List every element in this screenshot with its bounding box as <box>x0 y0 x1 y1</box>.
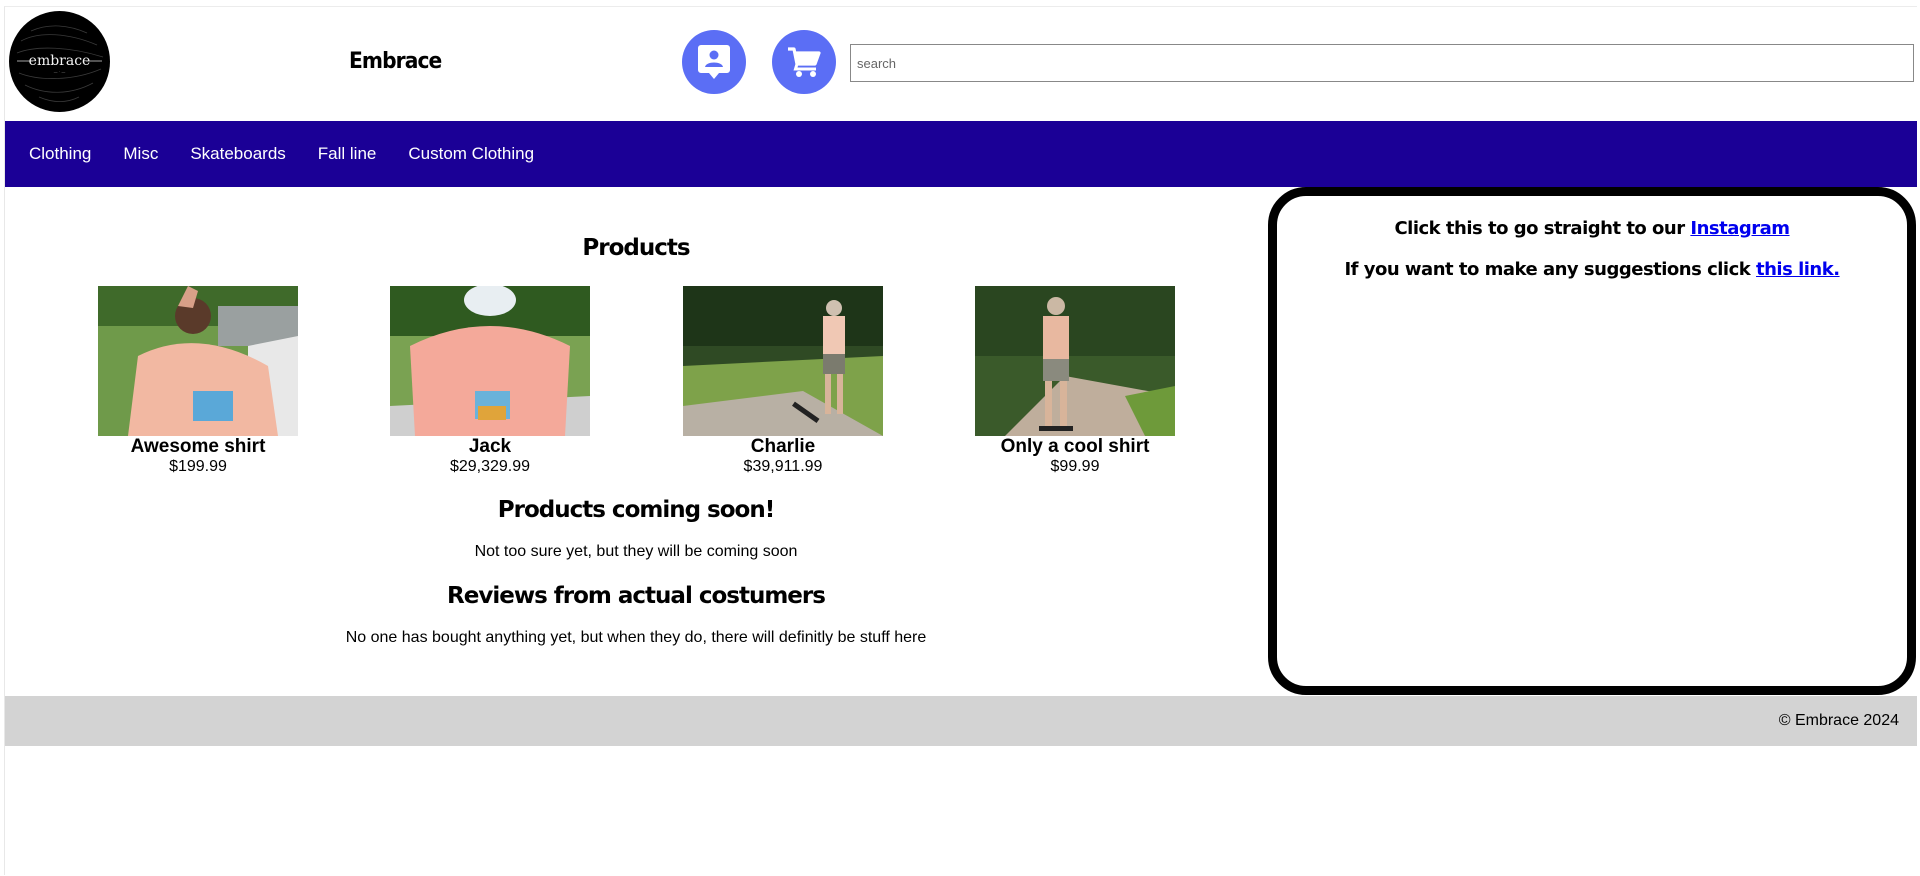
shopping-cart-icon <box>788 47 821 77</box>
product-card[interactable]: Charlie $39,911.99 <box>683 286 883 476</box>
product-card[interactable]: Only a cool shirt $99.99 <box>975 286 1175 476</box>
copyright-text: © Embrace 2024 <box>1778 712 1899 729</box>
instagram-link[interactable]: Instagram <box>1690 218 1790 239</box>
coming-soon-text: Not too sure yet, but they will be comin… <box>474 543 798 560</box>
suggestion-line: If you want to make any suggestions clic… <box>1277 259 1907 280</box>
logo-image: embrace — · — <box>9 11 110 112</box>
product-price: $29,329.99 <box>449 458 531 475</box>
product-card[interactable]: Jack $29,329.99 <box>390 286 590 476</box>
main-nav: Clothing Misc Skateboards Fall line Cust… <box>5 121 1917 187</box>
svg-text:— · —: — · — <box>54 69 66 74</box>
instagram-line: Click this to go straight to our Instagr… <box>1277 218 1907 239</box>
reviews-text: No one has bought anything yet, but when… <box>345 629 927 646</box>
reviews-heading: Reviews from actual costumers <box>447 583 826 609</box>
product-price: $199.99 <box>169 458 227 475</box>
suggestion-link[interactable]: this link. <box>1756 259 1840 280</box>
svg-text:embrace: embrace <box>29 53 91 69</box>
nav-item-skateboards[interactable]: Skateboards <box>190 144 285 164</box>
brand-name: Embrace <box>349 49 442 74</box>
product-image <box>683 286 883 436</box>
main-content: Products Awesome shirt $199.99 Jack $29,… <box>5 187 1267 687</box>
sidebar-panel: Click this to go straight to our Instagr… <box>1268 187 1916 695</box>
nav-item-custom-clothing[interactable]: Custom Clothing <box>408 144 534 164</box>
page: embrace — · — Embrace Clothing M <box>4 6 1917 875</box>
product-image <box>975 286 1175 436</box>
site-footer: © Embrace 2024 <box>5 696 1917 746</box>
product-name: Only a cool shirt <box>1000 436 1150 457</box>
product-card[interactable]: Awesome shirt $199.99 <box>98 286 298 476</box>
product-price: $39,911.99 <box>743 458 823 475</box>
account-button[interactable] <box>682 30 746 94</box>
products-heading: Products <box>582 235 690 261</box>
coming-soon-heading: Products coming soon! <box>497 497 775 523</box>
product-image <box>390 286 590 436</box>
instagram-prefix: Click this to go straight to our <box>1394 218 1691 239</box>
product-name: Awesome shirt <box>130 436 266 457</box>
logo[interactable]: embrace — · — <box>9 11 110 112</box>
product-name: Charlie <box>750 436 816 457</box>
search-input[interactable] <box>850 44 1914 82</box>
product-image <box>98 286 298 436</box>
suggestion-prefix: If you want to make any suggestions clic… <box>1344 259 1757 280</box>
nav-item-fall-line[interactable]: Fall line <box>318 144 377 164</box>
site-header: embrace — · — Embrace <box>5 7 1917 121</box>
nav-item-clothing[interactable]: Clothing <box>29 144 91 164</box>
account-box-icon <box>698 45 730 79</box>
product-name: Jack <box>468 436 512 457</box>
nav-item-misc[interactable]: Misc <box>123 144 158 164</box>
product-price: $99.99 <box>1050 458 1100 475</box>
cart-button[interactable] <box>772 30 836 94</box>
